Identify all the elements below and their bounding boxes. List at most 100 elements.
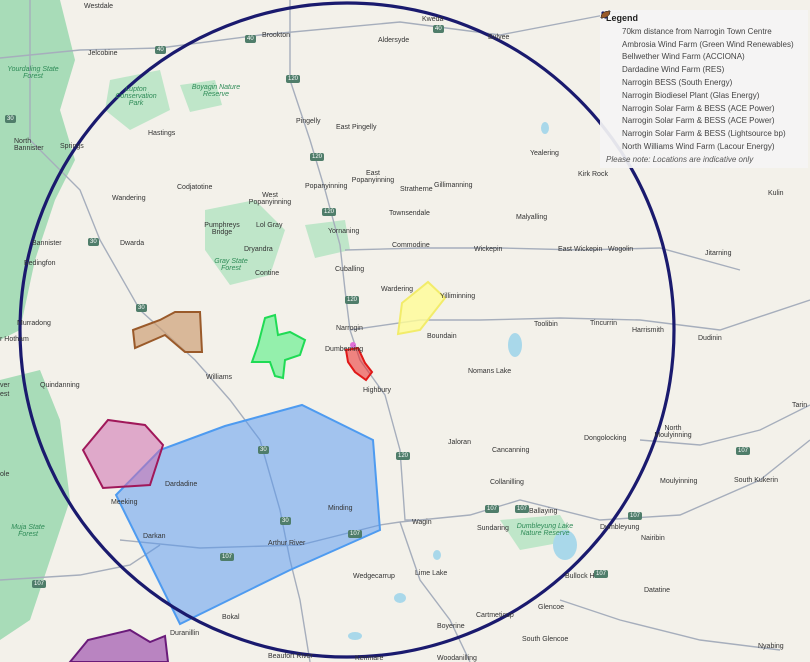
legend-item-label: Narrogin Solar Farm & BESS (Lightsource … xyxy=(622,129,786,139)
legend-item: Narrogin BESS (South Energy) xyxy=(600,10,802,89)
legend-item: Narrogin Solar Farm & BESS (ACE Power) xyxy=(600,10,802,128)
place-label: Springs xyxy=(60,143,84,150)
place-label: Meeking xyxy=(111,499,138,506)
route-shield: 107 xyxy=(32,580,47,588)
place-label: Jelcobine xyxy=(88,50,118,57)
dardadine-wind-farm-area xyxy=(81,418,165,490)
place-label: Kulin xyxy=(768,190,784,197)
leaf-icon xyxy=(600,10,617,113)
legend-item: North Williams Wind Farm (Lacour Energy) xyxy=(600,10,802,153)
leaf-icon xyxy=(600,10,617,138)
route-shield: 120 xyxy=(286,75,301,83)
place-label: Dardadine xyxy=(165,481,198,488)
lakes xyxy=(348,122,577,640)
place-label: Dumbleyung Lake Nature Reserve xyxy=(516,523,574,537)
place-label: Lupton Conservation Park xyxy=(115,86,157,107)
place-label: Pumphreys Bridge xyxy=(204,222,240,236)
route-shield: 30 xyxy=(136,304,147,312)
place-label: Tincurrin xyxy=(590,320,617,327)
legend-item: Dardadine Wind Farm (RES) xyxy=(600,10,802,76)
route-shield: 107 xyxy=(736,447,751,455)
place-label: Highbury xyxy=(363,387,392,394)
route-shield: 30 xyxy=(88,238,99,246)
place-label: Tarin xyxy=(792,402,808,409)
place-label: Wagin xyxy=(412,519,432,526)
place-label: Harrismith xyxy=(632,327,664,334)
place-label: Wickepin xyxy=(474,246,503,253)
route-shield: 107 xyxy=(628,512,643,520)
place-label: Lime Lake xyxy=(415,570,448,577)
place-label: Yilliminning xyxy=(440,293,476,300)
place-label: Dongolocking xyxy=(584,435,627,442)
place-label: Hastings xyxy=(148,130,176,137)
legend-item-label: Ambrosia Wind Farm (Green Wind Renewable… xyxy=(622,39,794,49)
legend-item: Narrogin Solar Farm & BESS (Lightsource … xyxy=(600,10,802,140)
place-label: Cancanning xyxy=(492,447,530,454)
ambrosia-wind-farm-area xyxy=(68,628,170,662)
place-label: Moulyinning xyxy=(660,478,698,485)
place-label: Aldersyde xyxy=(378,37,410,44)
place-label: Nairibin xyxy=(641,535,665,542)
legend-item-label: Bellwether Wind Farm (ACCIONA) xyxy=(622,52,745,62)
place-label: Wedgecarrup xyxy=(353,573,395,580)
legend-title: Legend xyxy=(606,13,639,23)
place-label: Beaufort River xyxy=(268,653,313,660)
leaf-icon xyxy=(600,10,617,74)
place-label: Yealering xyxy=(530,150,559,157)
place-label: Cuballing xyxy=(335,266,365,273)
place-label: Codjatotine xyxy=(177,184,213,191)
place-label: Kirk Rock xyxy=(578,171,608,178)
place-label: Boyerine xyxy=(437,623,465,630)
place-label: South Glencoe xyxy=(522,636,569,643)
place-label: Dudinin xyxy=(698,335,722,342)
route-shield: 107 xyxy=(485,505,500,513)
legend-item-label: Narrogin Solar Farm & BESS (ACE Power) xyxy=(622,103,775,113)
leaf-icon xyxy=(600,10,617,61)
place-label: Arthur River xyxy=(268,540,306,547)
dots-icon xyxy=(601,11,617,36)
place-label: Nyabing xyxy=(758,643,784,650)
route-shield: 120 xyxy=(322,208,337,216)
legend-item-label: Narrogin Solar Farm & BESS (ACE Power) xyxy=(622,116,775,126)
place-label: Williams xyxy=(206,374,233,381)
place-label: Sundaring xyxy=(477,525,509,532)
place-label: Lol Gray xyxy=(256,222,283,229)
place-label: Stratherne xyxy=(400,186,433,193)
place-label: Kweda xyxy=(422,16,444,23)
legend-panel: Legend 70km distance from Narrogin Town … xyxy=(600,10,808,168)
place-label: Gillimanning xyxy=(434,182,473,189)
place-label: Jitarning xyxy=(705,250,732,257)
legend-list: 70km distance from Narrogin Town Centre A… xyxy=(600,10,802,153)
place-label: est xyxy=(0,391,10,398)
place-label: Wogolin xyxy=(608,246,634,253)
legend-item-label: North Williams Wind Farm (Lacour Energy) xyxy=(622,142,775,152)
place-label: Woodanilling xyxy=(437,655,477,662)
place-label: Dumbleyung xyxy=(600,524,640,531)
place-label: Commodine xyxy=(392,242,430,249)
place-label: Kenmare xyxy=(355,655,384,662)
narrogin-bess-south-area xyxy=(250,313,307,380)
map[interactable]: Westdale Brookton Kweda Bulyee Jelcobine… xyxy=(0,0,810,662)
legend-item: Bellwether Wind Farm (ACCIONA) xyxy=(600,10,802,64)
place-label: Bulyee xyxy=(488,34,510,41)
place-label: Gray State Forest xyxy=(214,258,248,272)
place-label: Yornaning xyxy=(328,228,360,235)
place-label: Westdale xyxy=(84,3,114,10)
place-label: Datatine xyxy=(644,587,671,594)
route-shield: 40 xyxy=(433,25,444,33)
place-label: r Hotham xyxy=(0,336,29,343)
place-label: Darkan xyxy=(143,533,166,540)
place-label: West Popanyinning xyxy=(248,192,292,206)
legend-item: 70km distance from Narrogin Town Centre xyxy=(601,11,802,38)
place-label: Jaloran xyxy=(448,439,471,446)
place-label: North Bannister xyxy=(14,138,44,152)
legend-item-label: Narrogin Biodiesel Plant (Glas Energy) xyxy=(622,90,760,100)
place-label: Boundain xyxy=(427,333,457,340)
place-label: Dryandra xyxy=(244,246,273,253)
place-label: Bokal xyxy=(222,614,240,621)
place-label: Bannister xyxy=(32,240,62,247)
route-shield: 107 xyxy=(220,553,235,561)
place-label: Townsendale xyxy=(389,210,430,217)
route-shield: 30 xyxy=(5,115,16,123)
place-label: Minding xyxy=(328,505,353,512)
